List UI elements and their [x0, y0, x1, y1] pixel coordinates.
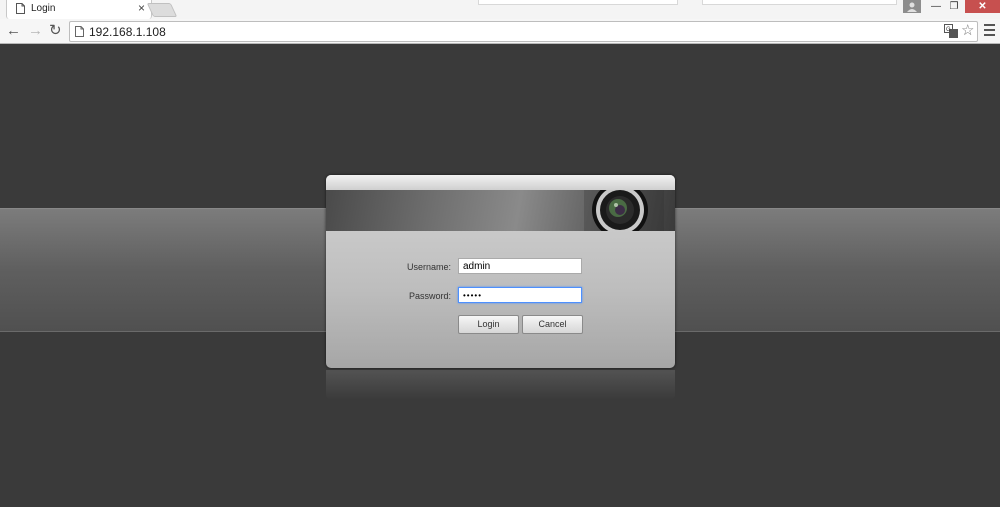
username-label: Username:: [406, 262, 451, 272]
browser-toolbar: ← → ↻ 192.168.1.108 G ☆: [0, 19, 1000, 44]
camera-banner: [326, 190, 675, 231]
tab-login[interactable]: Login ×: [6, 0, 152, 19]
page-icon: [16, 3, 25, 14]
login-page: Username: admin Password: ••••• Login Ca…: [0, 44, 1000, 507]
login-button[interactable]: Login: [458, 315, 519, 334]
translate-icon[interactable]: G: [944, 24, 958, 38]
tab-title: Login: [31, 3, 56, 14]
cancel-button[interactable]: Cancel: [522, 315, 583, 334]
camera-lens-icon: [584, 190, 664, 231]
username-field[interactable]: admin: [458, 258, 582, 274]
background-tab[interactable]: [702, 0, 897, 5]
tab-close-icon[interactable]: ×: [138, 1, 145, 15]
address-url[interactable]: 192.168.1.108: [89, 25, 166, 39]
address-bar[interactable]: 192.168.1.108 G ☆: [69, 21, 978, 42]
user-icon[interactable]: [903, 0, 921, 13]
forward-button[interactable]: →: [28, 22, 43, 40]
panel-header: [326, 175, 675, 190]
svg-text:G: G: [946, 27, 951, 33]
maximize-button[interactable]: ❐: [946, 0, 962, 13]
password-label: Password:: [408, 291, 451, 301]
reload-button[interactable]: ↻: [49, 22, 62, 40]
browser-titlebar: Login × — ❐ ✕: [0, 0, 1000, 19]
star-icon[interactable]: ☆: [961, 22, 974, 40]
panel-reflection: [326, 370, 675, 400]
close-window-button[interactable]: ✕: [965, 0, 1000, 13]
back-button[interactable]: ←: [6, 22, 21, 40]
minimize-button[interactable]: —: [928, 0, 944, 13]
background-tab[interactable]: [478, 0, 678, 5]
menu-icon[interactable]: [984, 24, 995, 36]
new-tab-button[interactable]: [146, 3, 178, 17]
page-icon: [75, 26, 84, 37]
password-field[interactable]: •••••: [458, 287, 582, 303]
login-panel: Username: admin Password: ••••• Login Ca…: [326, 175, 675, 368]
